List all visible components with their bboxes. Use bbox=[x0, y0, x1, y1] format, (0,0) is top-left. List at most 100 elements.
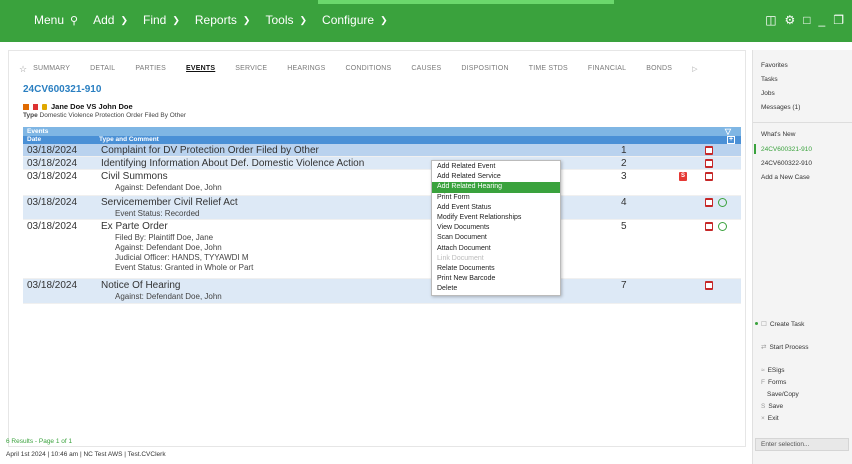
event-date: 03/18/2024 bbox=[27, 145, 78, 156]
tab-hearings[interactable]: HEARINGS bbox=[287, 65, 325, 73]
table-row[interactable]: 03/18/2024 Servicemember Civil Relief Ac… bbox=[23, 196, 741, 220]
tab-service[interactable]: SERVICE bbox=[235, 65, 267, 73]
exit-icon: × bbox=[761, 415, 765, 422]
pdf-document-icon[interactable] bbox=[705, 281, 713, 290]
menu-item-print-new-barcode[interactable]: Print New Barcode bbox=[432, 274, 560, 284]
sidebar-item-favorites[interactable]: Favorites bbox=[761, 62, 788, 69]
add-menu-label: Add bbox=[93, 13, 115, 27]
menu-item-delete[interactable]: Delete bbox=[432, 284, 560, 294]
recent-case-24cv600321[interactable]: 24CV600321-910 bbox=[761, 146, 812, 153]
table-row[interactable]: 03/18/2024 Notice Of Hearing Against: De… bbox=[23, 279, 741, 304]
fullscreen-icon[interactable]: □ bbox=[803, 13, 810, 27]
reports-menu[interactable]: Reports ❯ bbox=[195, 13, 251, 27]
more-tabs-icon[interactable]: ▷ bbox=[692, 65, 698, 73]
signature-badge-icon[interactable]: S bbox=[679, 172, 687, 181]
tab-parties[interactable]: PARTIES bbox=[135, 65, 166, 73]
pdf-document-icon[interactable] bbox=[705, 146, 713, 155]
tab-time-stds[interactable]: TIME STDS bbox=[529, 65, 568, 73]
find-menu[interactable]: Find ❯ bbox=[143, 13, 180, 27]
event-comment: Against: Defendant Doe, John bbox=[115, 292, 222, 301]
start-process-button[interactable]: ⇄ Start Process bbox=[761, 343, 808, 351]
exit-button[interactable]: × Exit bbox=[761, 415, 779, 422]
pdf-document-icon[interactable] bbox=[705, 159, 713, 168]
alert-icon bbox=[33, 103, 38, 110]
event-number: 1 bbox=[621, 145, 627, 156]
configure-menu[interactable]: Configure ❯ bbox=[322, 13, 388, 27]
menu-label: Menu bbox=[34, 13, 65, 27]
search-icon: ⚲ bbox=[70, 14, 79, 27]
command-input[interactable]: Enter selection... bbox=[755, 438, 849, 451]
event-date: 03/18/2024 bbox=[27, 197, 78, 208]
add-new-case-link[interactable]: Add a New Case bbox=[761, 174, 810, 181]
column-type-comment[interactable]: Type and Comment bbox=[99, 136, 159, 144]
favorite-star-icon[interactable]: ☆ bbox=[19, 65, 27, 74]
save-button[interactable]: S Save bbox=[761, 403, 783, 410]
esigs-label: ESigs bbox=[767, 367, 785, 374]
save-label: Save bbox=[768, 403, 784, 410]
lock-icon bbox=[42, 103, 47, 110]
menu-item-scan-document[interactable]: Scan Document bbox=[432, 233, 560, 243]
menu-item-attach-document[interactable]: Attach Document bbox=[432, 244, 560, 254]
settings-gear-icon[interactable]: ⚙ bbox=[785, 13, 796, 27]
filter-icon[interactable]: ▽ bbox=[725, 127, 731, 136]
menu-item-modify-event-relationships[interactable]: Modify Event Relationships bbox=[432, 213, 560, 223]
event-comment: Against: Defendant Doe, John bbox=[115, 183, 222, 192]
menu-item-add-related-hearing[interactable]: Add Related Hearing bbox=[432, 182, 560, 193]
tab-summary[interactable]: SUMMARY bbox=[33, 65, 70, 73]
sidebar-item-whats-new[interactable]: What's New bbox=[761, 131, 795, 138]
table-row[interactable]: 03/18/2024 Ex Parte Order Filed By: Plai… bbox=[23, 220, 741, 279]
esigs-icon: ≈ bbox=[761, 367, 765, 374]
check-circle-icon bbox=[718, 198, 727, 207]
create-task-button[interactable]: ☐ Create Task bbox=[761, 320, 804, 328]
menu-button[interactable]: Menu ⚲ bbox=[34, 13, 78, 27]
restore-icon[interactable]: ❐ bbox=[833, 13, 844, 27]
event-title: Complaint for DV Protection Order Filed … bbox=[101, 145, 319, 156]
divider bbox=[753, 122, 852, 123]
table-row[interactable]: 03/18/2024 Complaint for DV Protection O… bbox=[23, 144, 741, 157]
menu-item-print-form[interactable]: Print Form bbox=[432, 193, 560, 203]
chevron-down-icon: ❯ bbox=[120, 14, 128, 25]
pdf-document-icon[interactable] bbox=[705, 172, 713, 181]
sidebar-item-messages[interactable]: Messages (1) bbox=[761, 104, 800, 111]
sidebar-item-jobs[interactable]: Jobs bbox=[761, 90, 775, 97]
menu-item-add-related-event[interactable]: Add Related Event bbox=[432, 162, 560, 172]
tools-menu[interactable]: Tools ❯ bbox=[265, 13, 307, 27]
event-comment: Filed By: Plaintiff Doe, Jane bbox=[115, 233, 214, 242]
menu-item-add-event-status[interactable]: Add Event Status bbox=[432, 203, 560, 213]
tab-causes[interactable]: CAUSES bbox=[411, 65, 441, 73]
minimize-icon[interactable]: _ bbox=[819, 13, 826, 27]
column-date[interactable]: Date bbox=[27, 136, 41, 144]
forms-button[interactable]: F Forms bbox=[761, 379, 786, 386]
tools-menu-label: Tools bbox=[265, 13, 294, 27]
menu-item-relate-documents[interactable]: Relate Documents bbox=[432, 264, 560, 274]
tab-detail[interactable]: DETAIL bbox=[90, 65, 115, 73]
table-row[interactable]: 03/18/2024 Identifying Information About… bbox=[23, 157, 741, 170]
tab-conditions[interactable]: CONDITIONS bbox=[345, 65, 391, 73]
event-date: 03/18/2024 bbox=[27, 158, 78, 169]
event-date: 03/18/2024 bbox=[27, 171, 78, 182]
add-menu[interactable]: Add ❯ bbox=[93, 13, 128, 27]
open-window-icon[interactable]: ◫ bbox=[765, 13, 776, 27]
tab-disposition[interactable]: DISPOSITION bbox=[461, 65, 508, 73]
tab-events[interactable]: EVENTS bbox=[186, 65, 215, 73]
pdf-document-icon[interactable] bbox=[705, 222, 713, 231]
main-menu: Menu ⚲ Add ❯ Find ❯ Reports ❯ Tools ❯ Configu… bbox=[34, 13, 388, 27]
event-title: Ex Parte Order bbox=[101, 221, 168, 232]
sidebar-item-tasks[interactable]: Tasks bbox=[761, 76, 778, 83]
configure-menu-label: Configure bbox=[322, 13, 375, 27]
recent-case-24cv600322[interactable]: 24CV600322-910 bbox=[761, 160, 812, 167]
tab-financial[interactable]: FINANCIAL bbox=[588, 65, 626, 73]
save-copy-button[interactable]: Save/Copy bbox=[767, 391, 799, 398]
flag-icon bbox=[23, 103, 29, 110]
tab-bonds[interactable]: BONDS bbox=[646, 65, 672, 73]
table-row[interactable]: 03/18/2024 Civil Summons Against: Defend… bbox=[23, 170, 741, 196]
menu-item-view-documents[interactable]: View Documents bbox=[432, 223, 560, 233]
forms-label: Forms bbox=[767, 379, 787, 386]
chevron-down-icon: ❯ bbox=[172, 14, 180, 25]
pdf-document-icon[interactable] bbox=[705, 198, 713, 207]
menu-item-add-related-service[interactable]: Add Related Service bbox=[432, 172, 560, 182]
add-event-icon[interactable]: + bbox=[727, 136, 735, 144]
esigs-button[interactable]: ≈ ESigs bbox=[761, 367, 785, 374]
events-column-headers: Date Type and Comment + bbox=[23, 136, 741, 144]
create-task-icon: ☐ bbox=[761, 321, 767, 328]
